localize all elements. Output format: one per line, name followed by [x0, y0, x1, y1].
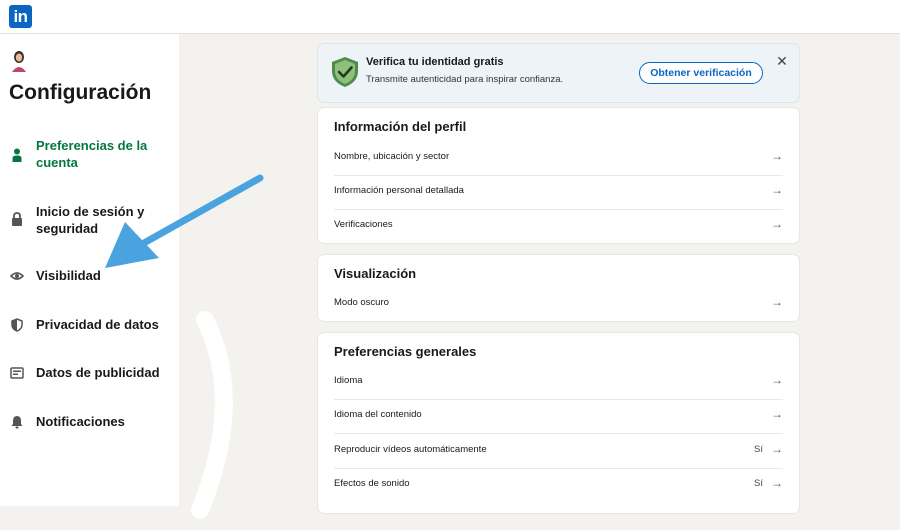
verified-shield-icon — [332, 57, 358, 87]
newspaper-icon — [10, 366, 24, 380]
arrow-right-icon: → — [771, 295, 783, 309]
row-label: Efectos de sonido — [334, 478, 410, 489]
list-item[interactable]: Nombre, ubicación y sector → — [318, 141, 799, 175]
close-icon[interactable]: ✕ — [776, 54, 788, 68]
arrow-right-icon: → — [771, 373, 783, 387]
arrow-right-icon: → — [771, 407, 783, 421]
linkedin-logo[interactable]: in — [9, 5, 32, 28]
list-item[interactable]: Idioma del contenido → — [318, 399, 799, 433]
annotation-arrow-icon — [105, 174, 264, 268]
verification-subtitle: Transmite autenticidad para inspirar con… — [366, 74, 564, 85]
bell-icon — [10, 415, 24, 429]
arrow-right-icon: → — [771, 183, 783, 197]
list-item[interactable]: Información personal detallada → — [318, 175, 799, 209]
avatar[interactable] — [10, 50, 28, 72]
row-value: Sí — [754, 444, 763, 455]
arrow-right-icon: → — [771, 217, 783, 231]
lock-icon — [10, 212, 24, 226]
list-item[interactable]: Efectos de sonido Sí → — [318, 468, 799, 502]
sidebar-item-account-preferences[interactable]: Preferencias de la cuenta — [0, 136, 179, 172]
top-bar: in — [0, 0, 900, 34]
get-verification-button[interactable]: Obtener verificación — [639, 62, 763, 84]
general-preferences-card: Preferencias generales Idioma → Idioma d… — [318, 333, 799, 513]
verification-banner: Verifica tu identidad gratis Transmite a… — [318, 44, 799, 102]
person-icon — [10, 148, 24, 162]
row-label: Verificaciones — [334, 219, 393, 230]
list-item[interactable]: Reproducir vídeos automáticamente Sí → — [318, 434, 799, 468]
row-label: Información personal detallada — [334, 185, 464, 196]
shield-icon — [10, 318, 24, 332]
page-title: Configuración — [9, 81, 152, 104]
arrow-right-icon: → — [771, 442, 783, 456]
eye-icon — [10, 269, 24, 283]
section-title: Preferencias generales — [334, 344, 477, 359]
row-label: Modo oscuro — [334, 297, 389, 308]
arrow-right-icon: → — [771, 476, 783, 490]
list-item[interactable]: Idioma → — [318, 365, 799, 399]
list-item[interactable]: Modo oscuro → — [318, 287, 799, 321]
arrow-right-icon: → — [771, 149, 783, 163]
background-decoration — [191, 311, 233, 519]
verification-title: Verifica tu identidad gratis — [366, 56, 504, 68]
row-label: Nombre, ubicación y sector — [334, 151, 450, 162]
profile-information-card: Información del perfil Nombre, ubicación… — [318, 108, 799, 243]
section-title: Visualización — [334, 266, 417, 281]
display-card: Visualización Modo oscuro → — [318, 255, 799, 321]
row-label: Idioma — [334, 375, 363, 386]
list-item[interactable]: Verificaciones → — [318, 209, 799, 243]
row-label: Idioma del contenido — [334, 409, 422, 420]
row-value: Sí — [754, 478, 763, 489]
row-label: Reproducir vídeos automáticamente — [334, 444, 487, 455]
sidebar-item-label: Preferencias de la cuenta — [36, 138, 148, 170]
section-title: Información del perfil — [334, 119, 467, 134]
